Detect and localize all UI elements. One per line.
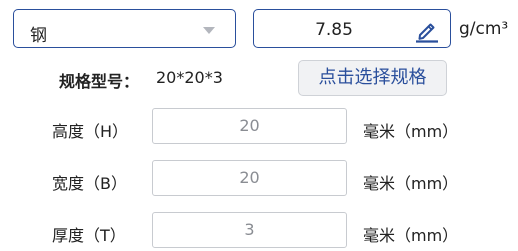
thickness-label: 厚度（T） — [52, 226, 126, 245]
height-input[interactable]: 20 — [152, 108, 347, 144]
height-unit: 毫米（mm） — [363, 122, 459, 141]
thickness-unit: 毫米（mm） — [363, 226, 459, 245]
dropdown-caret-icon — [203, 27, 215, 34]
material-select[interactable]: 钢 — [13, 9, 236, 48]
density-value: 7.85 — [315, 20, 353, 40]
density-field[interactable]: 7.85 — [253, 9, 451, 48]
density-unit: g/cm³ — [459, 19, 509, 39]
height-label: 高度（H） — [52, 122, 129, 141]
width-label: 宽度（B） — [52, 174, 127, 193]
spec-label: 规格型号： — [59, 72, 140, 91]
select-spec-button[interactable]: 点击选择规格 — [298, 60, 447, 96]
calculator-panel: 钢 7.85 g/cm³ 规格型号： 20*20*3 点击选择规格 高度（H） … — [0, 0, 518, 251]
width-input[interactable]: 20 — [152, 160, 347, 196]
material-select-value: 钢 — [30, 26, 47, 46]
pencil-icon[interactable] — [414, 17, 440, 43]
width-unit: 毫米（mm） — [363, 174, 459, 193]
spec-value: 20*20*3 — [156, 68, 223, 87]
thickness-input[interactable]: 3 — [152, 212, 347, 248]
